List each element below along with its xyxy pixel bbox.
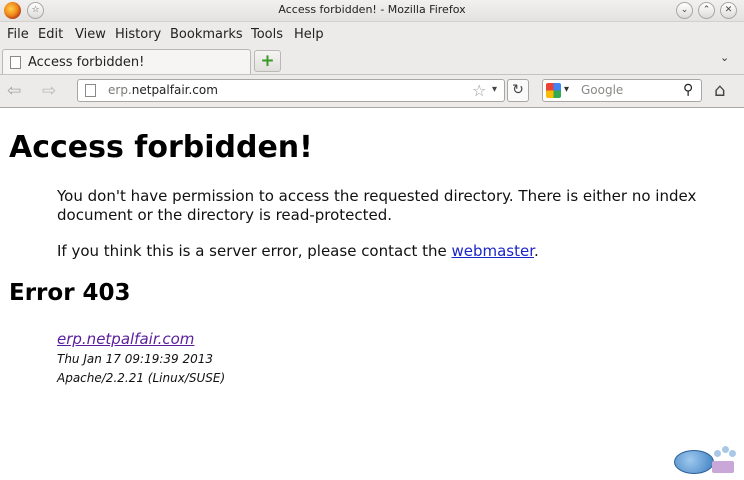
menu-edit[interactable]: Edit: [38, 27, 63, 42]
tab-title: Access forbidden!: [28, 55, 145, 70]
url-history-dropdown-icon[interactable]: ▾: [492, 84, 497, 95]
url-subdomain: erp.: [108, 83, 132, 97]
error-code-heading: Error 403: [9, 280, 131, 306]
list-all-tabs-button[interactable]: ⌄: [720, 51, 729, 64]
search-go-icon[interactable]: ⚲: [683, 82, 693, 98]
error-description: You don't have permission to access the …: [57, 187, 697, 224]
reload-button[interactable]: ↻: [507, 79, 529, 102]
url-bar[interactable]: erp.netpalfair.com ☆ ▾: [77, 79, 505, 102]
google-engine-icon[interactable]: [546, 83, 561, 98]
contact-text-prefix: If you think this is a server error, ple…: [57, 242, 452, 260]
page-icon: [10, 56, 21, 69]
page-heading: Access forbidden!: [9, 130, 313, 165]
menu-tools[interactable]: Tools: [251, 27, 283, 42]
window-title: Access forbidden! - Mozilla Firefox: [278, 3, 466, 16]
contact-paragraph: If you think this is a server error, ple…: [57, 242, 539, 260]
site-identity-icon[interactable]: [85, 84, 96, 97]
menu-bookmarks[interactable]: Bookmarks: [170, 27, 243, 42]
new-tab-button[interactable]: +: [254, 50, 281, 72]
server-software: Apache/2.2.21 (Linux/SUSE): [57, 371, 226, 385]
menu-file[interactable]: File: [7, 27, 29, 42]
search-input[interactable]: Google: [581, 83, 623, 97]
search-bar[interactable]: ▾ Google ⚲: [542, 79, 702, 102]
menu-history[interactable]: History: [115, 27, 161, 42]
tab-access-forbidden[interactable]: Access forbidden!: [2, 49, 251, 74]
forward-button[interactable]: ⇨: [42, 81, 56, 101]
minimize-button[interactable]: ⌄: [676, 2, 693, 19]
menu-view[interactable]: View: [75, 27, 106, 42]
menubar: File Edit View History Bookmarks Tools H…: [0, 23, 744, 45]
tab-strip: Access forbidden! + ⌄: [0, 46, 744, 74]
menu-help[interactable]: Help: [294, 27, 324, 42]
plus-icon: +: [260, 51, 275, 71]
back-button[interactable]: ⇦: [7, 81, 21, 101]
bookmark-star-icon[interactable]: ☆: [472, 81, 486, 100]
close-window-button[interactable]: ✕: [720, 2, 737, 19]
contact-text-suffix: .: [534, 242, 539, 260]
maximize-button[interactable]: ⌃: [698, 2, 715, 19]
url-text[interactable]: erp.netpalfair.com: [108, 83, 218, 97]
webmaster-link[interactable]: webmaster: [451, 242, 534, 260]
server-timestamp: Thu Jan 17 09:19:39 2013: [57, 352, 213, 366]
url-domain: netpalfair.com: [131, 83, 218, 97]
home-button[interactable]: ⌂: [714, 80, 725, 101]
server-address-link[interactable]: erp.netpalfair.com: [57, 330, 194, 348]
window-titlebar: ☆ Access forbidden! - Mozilla Firefox ⌄ …: [0, 0, 744, 22]
page-content: Access forbidden! You don't have permiss…: [0, 107, 744, 480]
engine-dropdown-icon[interactable]: ▾: [564, 84, 569, 95]
navigation-toolbar: ⇦ ⇨ erp.netpalfair.com ☆ ▾ ↻ ▾ Google ⚲ …: [0, 74, 744, 107]
watermark-logo: [674, 446, 736, 476]
